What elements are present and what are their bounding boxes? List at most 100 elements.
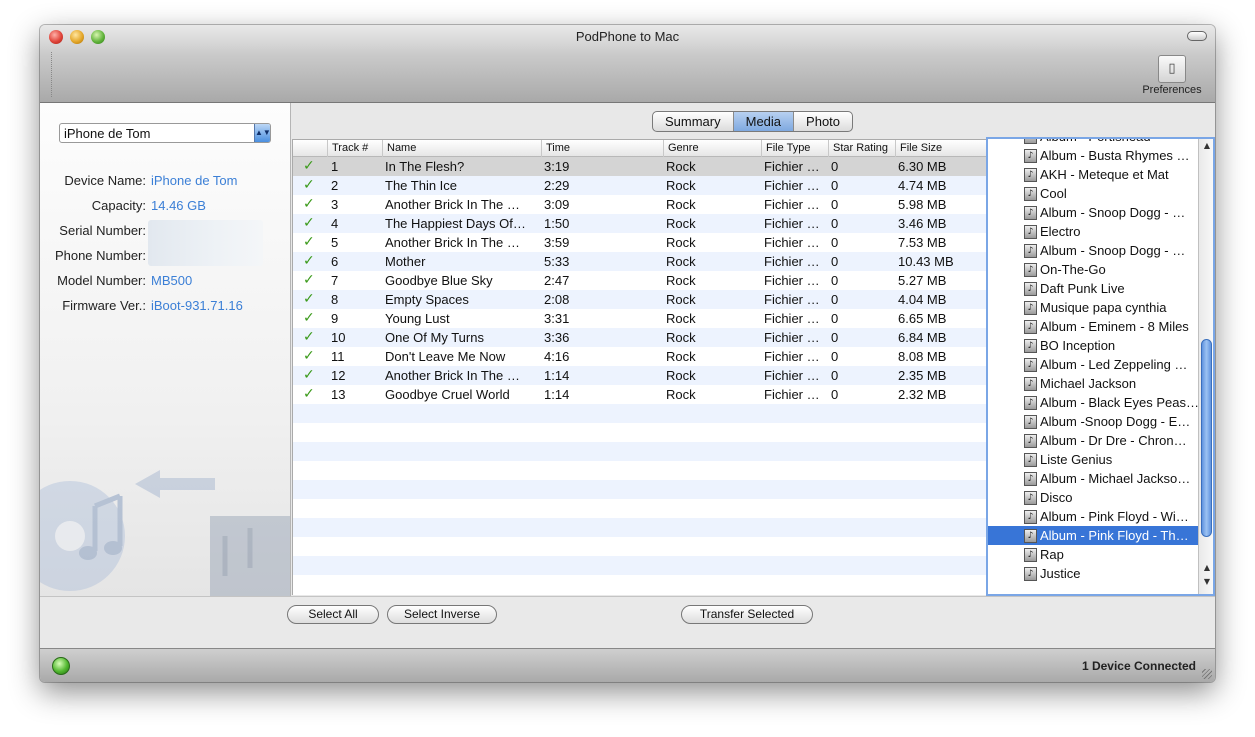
playlist-item[interactable]: ♪ Electro [988,222,1198,241]
table-row[interactable]: ✓ 11 Don't Leave Me Now 4:16 Rock Fichier … 0 8… [293,347,986,366]
table-row[interactable]: ✓ 5 Another Brick In The … 3:59 Rock Fichier … [293,233,986,252]
column-header-genre[interactable]: Genre [663,140,761,157]
table-row[interactable]: ✓ 1 In The Flesh? 3:19 Rock Fichier … 0 6.30 MB [293,157,986,176]
track-genre-cell: Rock [666,349,696,364]
device-select[interactable]: iPhone de Tom ▲▼ [59,123,271,143]
track-file-size-cell: 6.30 MB [898,159,947,174]
track-time-cell: 3:59 [544,235,570,250]
checkmark-icon[interactable]: ✓ [303,233,323,252]
checkmark-icon[interactable]: ✓ [303,347,323,366]
column-header-file-size[interactable]: File Size [895,140,986,157]
checkmark-icon[interactable]: ✓ [303,385,323,404]
track-star-rating-cell: 0 [831,292,839,307]
table-row-empty [293,480,986,499]
playlist-item[interactable]: ♪ Daft Punk Live [988,279,1198,298]
table-row[interactable]: ✓ 3 Another Brick In The … 3:09 Rock Fichier … [293,195,986,214]
track-number-cell: 9 [331,311,339,326]
checkmark-icon[interactable]: ✓ [303,214,323,233]
playlist-item[interactable]: ♪ Album - Michael Jackso… [988,469,1198,488]
checkmark-icon[interactable]: ✓ [303,271,323,290]
preferences-button[interactable]: ▯ Preferences [1139,55,1205,99]
resize-grip[interactable] [1202,669,1212,679]
track-time-cell: 1:14 [544,368,570,383]
column-header-name[interactable]: Name [382,140,541,157]
playlist-label: Album - Busta Rhymes … [1040,148,1190,163]
playlist-item[interactable]: ♪ Michael Jackson [988,374,1198,393]
playlist-item[interactable]: ♪ On-The-Go [988,260,1198,279]
track-file-size-cell: 8.08 MB [898,349,947,364]
table-row[interactable]: ✓ 4 The Happiest Days Of… 1:50 Rock Fichier …… [293,214,986,233]
playlist-item[interactable]: ♪ Album - Led Zeppeling … [988,355,1198,374]
checkmark-icon[interactable]: ✓ [303,195,323,214]
track-file-type-cell: Fichier … [764,178,820,193]
playlist-label: Michael Jackson [1040,376,1137,391]
playlist-item[interactable]: ♪ Album - Pink Floyd - Wi… [988,507,1198,526]
column-header-check[interactable] [293,140,327,157]
playlist-item[interactable]: ♪ Album - Dr Dre - Chron… [988,431,1198,450]
playlist-item[interactable]: ♪ Album -Snoop Dogg - E… [988,412,1198,431]
checkmark-icon[interactable]: ✓ [303,309,323,328]
playlist-item[interactable]: ♪ Album - Black Eyes Peas… [988,393,1198,412]
checkmark-icon[interactable]: ✓ [303,328,323,347]
playlist-item[interactable]: ♪ Musique papa cynthia [988,298,1198,317]
capacity-value: 14.46 GB [151,198,206,213]
tab-photo[interactable]: Photo [794,112,852,131]
column-header-time[interactable]: Time [541,140,663,157]
toolbar-toggle-button[interactable] [1187,31,1207,41]
track-file-type-cell: Fichier … [764,254,820,269]
table-row[interactable]: ✓ 8 Empty Spaces 2:08 Rock Fichier … 0 4.04 MB [293,290,986,309]
track-name-cell: Another Brick In The … [385,197,520,212]
checkmark-icon[interactable]: ✓ [303,290,323,309]
tab-media[interactable]: Media [733,112,795,131]
table-row[interactable]: ✓ 13 Goodbye Cruel World 1:14 Rock Fichier … 0… [293,385,986,404]
device-name-row: Device Name: iPhone de Tom [40,173,290,191]
playlist-icon: ♪ [1024,415,1037,429]
playlist-icon: ♪ [1024,529,1037,543]
scroll-up-icon[interactable]: ▲ [1202,141,1212,153]
playlist-item[interactable]: ♪ AKH - Meteque et Mat [988,165,1198,184]
column-header-track[interactable]: Track # [327,140,382,157]
playlist-item[interactable]: ♪ Rap [988,545,1198,564]
device-select-value: iPhone de Tom [64,126,151,141]
track-file-size-cell: 4.74 MB [898,178,947,193]
select-all-button[interactable]: Select All [287,605,379,624]
checkmark-icon[interactable]: ✓ [303,176,323,195]
playlist-item[interactable]: ♪ Liste Genius [988,450,1198,469]
track-star-rating-cell: 0 [831,159,839,174]
playlist-scrollbar[interactable]: ▲ ▲ ▼ [1198,139,1213,594]
column-header-file-type[interactable]: File Type [761,140,828,157]
playlist-label: Album - Black Eyes Peas… [1040,395,1198,410]
table-row[interactable]: ✓ 12 Another Brick In The … 1:14 Rock Fichier… [293,366,986,385]
table-row[interactable]: ✓ 6 Mother 5:33 Rock Fichier … 0 10.43 MB [293,252,986,271]
table-row[interactable]: ✓ 2 The Thin Ice 2:29 Rock Fichier … 0 4.74 MB [293,176,986,195]
playlist-item[interactable]: ♪ Cool [988,184,1198,203]
table-row[interactable]: ✓ 9 Young Lust 3:31 Rock Fichier … 0 6.65 MB [293,309,986,328]
playlist-item[interactable]: ♪ Album - Pink Floyd - Th… [988,526,1198,545]
track-file-size-cell: 10.43 MB [898,254,954,269]
transfer-selected-button[interactable]: Transfer Selected [681,605,813,624]
playlist-item[interactable]: ♪ Album - Busta Rhymes … [988,146,1198,165]
device-info-panel: iPhone de Tom ▲▼ Device Name: iPhone de … [40,103,291,596]
track-number-cell: 4 [331,216,339,231]
select-inverse-button[interactable]: Select Inverse [387,605,497,624]
scroll-up-icon[interactable]: ▲ [1202,563,1212,575]
scroll-down-icon[interactable]: ▼ [1202,577,1212,589]
playlist-label: Album - Pink Floyd - Wi… [1040,509,1189,524]
checkmark-icon[interactable]: ✓ [303,366,323,385]
tab-summary[interactable]: Summary [653,112,734,131]
playlist-item[interactable]: ♪ Disco [988,488,1198,507]
playlist-item[interactable]: ♪Album - Portishead [988,139,1198,146]
table-row[interactable]: ✓ 10 One Of My Turns 3:36 Rock Fichier … 0 6.84… [293,328,986,347]
checkmark-icon[interactable]: ✓ [303,252,323,271]
playlist-item[interactable]: ♪ BO Inception [988,336,1198,355]
playlist-item[interactable]: ♪ Album - Snoop Dogg - … [988,241,1198,260]
track-file-size-cell: 2.32 MB [898,387,947,402]
playlist-item[interactable]: ♪ Album - Snoop Dogg - … [988,203,1198,222]
playlist-item[interactable]: ♪ Album - Eminem - 8 Miles [988,317,1198,336]
column-header-star-rating[interactable]: Star Rating [828,140,895,157]
table-row[interactable]: ✓ 7 Goodbye Blue Sky 2:47 Rock Fichier … 0 5.27… [293,271,986,290]
scrollbar-thumb[interactable] [1201,339,1212,537]
playlist-item[interactable]: ♪ Justice [988,564,1198,583]
checkmark-icon[interactable]: ✓ [303,157,323,176]
playlist-list: ♪Album - Portishead♪Album - Busta Rhymes… [986,137,1215,596]
